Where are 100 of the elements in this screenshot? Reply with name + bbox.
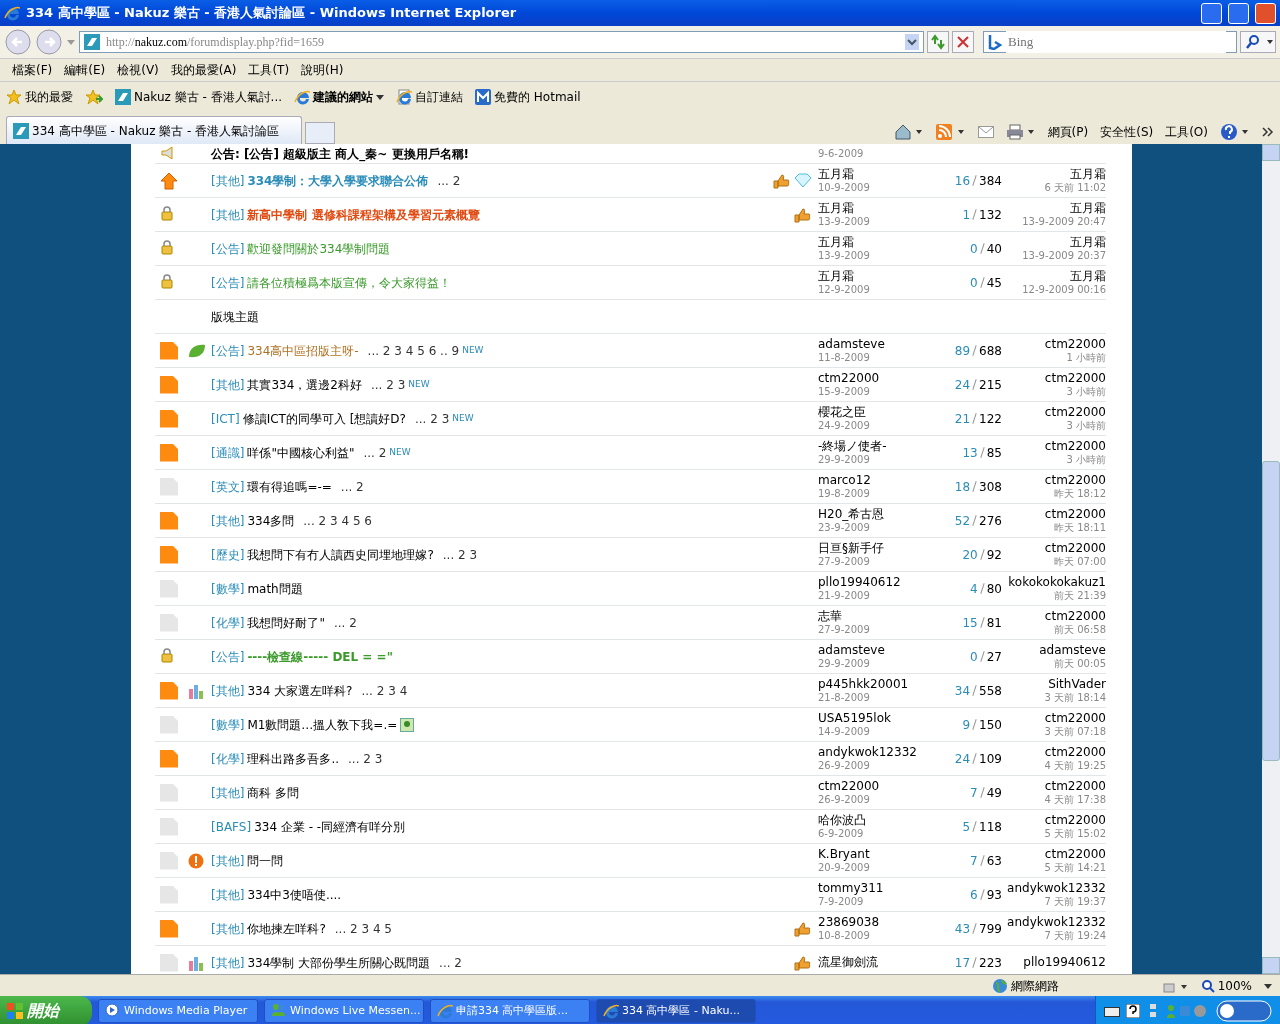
last-poster-link[interactable]: ctm22000 [1002,745,1106,759]
home-icon[interactable] [893,124,924,140]
thread-title-link[interactable]: 334學制 大部份學生所關心既問題 [247,953,431,972]
category-link[interactable]: [其他] [211,783,245,802]
last-poster-link[interactable]: ctm22000 [1002,371,1106,385]
add-favorite-icon[interactable] [85,89,103,105]
favorite-link[interactable]: 建議的網站 [313,88,374,106]
last-poster-link[interactable]: ctm22000 [1002,405,1106,419]
author-link[interactable]: andykwok12332 [818,745,940,759]
search-field[interactable]: Bing [983,31,1237,53]
thread-title-link[interactable]: 請各位積極爲本版宣傳，令大家得益！ [247,273,452,292]
last-poster-link[interactable]: andykwok12332 [1002,915,1106,929]
author-link[interactable]: 志華 [818,609,940,623]
minimize-button[interactable] [1201,2,1222,24]
last-poster-link[interactable]: 五月霜 [1002,201,1106,215]
category-link[interactable]: [歷史] [211,545,245,564]
page-links[interactable]: ... 2 3 4 [361,681,408,700]
author-link[interactable]: p445hkk20001 [818,677,940,691]
category-link[interactable]: [其他] [211,375,245,394]
thread-title-link[interactable]: 334高中區招版主呀- [247,341,359,360]
page-links[interactable]: ... 2 3 [348,749,383,768]
search-button[interactable] [1240,31,1276,53]
thread-title-link[interactable]: 334 大家選左咩科? [247,681,353,700]
category-link[interactable]: [其他] [211,953,245,972]
thread-title-link[interactable]: M1數問題…搵人敎下我=.= [247,715,398,734]
menu-item[interactable]: 檢視(V) [111,61,165,79]
last-poster-link[interactable]: SithVader [1002,677,1106,691]
last-poster-link[interactable]: ctm22000 [1002,779,1106,793]
menu-item[interactable]: 工具(T) [242,61,296,79]
page-links[interactable]: ... 2 3 [442,545,478,564]
author-link[interactable]: K.Bryant [818,847,940,861]
taskbar-button[interactable]: Windows Media Player [98,999,258,1023]
author-link[interactable]: marco12 [818,473,940,487]
thread-title-link[interactable]: 我想問下有冇人讀西史同埋地理嫁? [247,545,434,564]
menu-item[interactable]: 檔案(F) [6,61,59,79]
thread-title-link[interactable]: 334 企業 - -同經濟有咩分別 [254,817,406,836]
page-links[interactable]: ... 2 [363,443,387,462]
page-links[interactable]: ... 2 3 4 5 6 .. 9 [367,341,460,360]
thread-title-link[interactable]: 商科 多問 [247,783,300,802]
last-poster-link[interactable]: ctm22000 [1002,541,1106,555]
refresh-button[interactable] [927,31,949,53]
category-link[interactable]: [其他] [211,205,245,224]
thread-title-link[interactable]: 334多問 [247,511,295,530]
taskbar-button[interactable]: 334 高中學區 - Naku... [596,999,756,1023]
browser-tab[interactable]: 334 高中學區 - Nakuz 樂古 - 香港人氣討論區 [6,116,302,144]
category-link[interactable]: [英文] [211,477,245,496]
mail-icon[interactable] [977,126,994,138]
page-links[interactable]: ... 2 3 [370,375,406,394]
chevron-icon[interactable] [1262,126,1274,138]
category-link[interactable]: [公告] [211,239,245,258]
favorite-link[interactable]: 自訂連結 [415,88,464,106]
thread-title-link[interactable]: 問一問 [247,851,284,870]
category-link[interactable]: [其他] [211,885,245,904]
last-poster-link[interactable]: ctm22000 [1002,337,1106,351]
last-poster-link[interactable]: 五月霜 [1002,167,1106,181]
category-link[interactable]: [其他] [211,851,245,870]
thread-title-link[interactable]: 理科出路多吾多.. [247,749,339,768]
zoom-button[interactable]: 100% [1200,976,1252,995]
restore-button[interactable] [1228,2,1249,24]
author-link[interactable]: -終場ノ使者- [818,439,940,453]
scrollbar[interactable] [1262,144,1280,974]
category-link[interactable]: [數學] [211,579,245,598]
category-link[interactable]: [通識] [211,443,245,462]
rss-icon[interactable] [935,124,966,140]
category-link[interactable]: [其他] [211,919,245,938]
category-link[interactable]: [其他] [211,511,245,530]
last-poster-link[interactable]: ctm22000 [1002,507,1106,521]
help-icon[interactable] [1220,123,1250,141]
printer-icon[interactable] [1005,124,1036,140]
page-links[interactable]: ... 2 [333,613,357,632]
author-link[interactable]: pllo19940612 [818,575,940,589]
page-links[interactable]: ... 2 3 [415,409,450,428]
category-link[interactable]: [公告] [211,341,245,360]
author-link[interactable]: tommy311 [818,881,940,895]
thread-title-link[interactable]: 你地揀左咩科? [247,919,326,938]
nakuz-logo-icon[interactable] [1216,1000,1272,1022]
thread-title-link[interactable]: 新高中學制 選修科課程架構及學習元素概覽 [247,205,480,224]
author-link[interactable]: adamsteve [818,337,940,351]
author-link[interactable]: ctm22000 [818,371,940,385]
thread-title-link[interactable]: 334學制：大學入學要求聯合公佈 [247,171,429,190]
command-menu[interactable]: 工具(O) [1165,123,1208,141]
category-link[interactable]: [公告] [211,647,245,666]
last-poster-link[interactable]: ctm22000 [1002,473,1106,487]
author-link[interactable]: 五月霜 [818,269,940,283]
author-link[interactable]: 五月霜 [818,201,940,215]
caret-icon[interactable] [376,93,385,101]
author-link[interactable]: 五月霜 [818,235,940,249]
last-poster-link[interactable]: ctm22000 [1002,711,1106,725]
last-poster-link[interactable]: ctm22000 [1002,439,1106,453]
favorites-button[interactable]: 我的最愛 [25,88,73,106]
category-link[interactable]: [化學] [211,749,245,768]
last-poster-link[interactable]: andykwok12332 [1002,881,1106,895]
stop-button[interactable] [952,31,974,53]
taskbar-button[interactable]: Windows Live Messen... [264,999,424,1023]
category-link[interactable]: [公告] [211,273,245,292]
favorite-link[interactable]: Nakuz 樂古 - 香港人氣討... [134,88,283,106]
taskbar-button[interactable]: 申請334 高中學區版... [430,999,590,1023]
thread-title-link[interactable]: 咩係"中國核心利益" [247,443,355,462]
menu-item[interactable]: 我的最愛(A) [164,61,243,79]
help-icon[interactable] [1126,1004,1140,1018]
